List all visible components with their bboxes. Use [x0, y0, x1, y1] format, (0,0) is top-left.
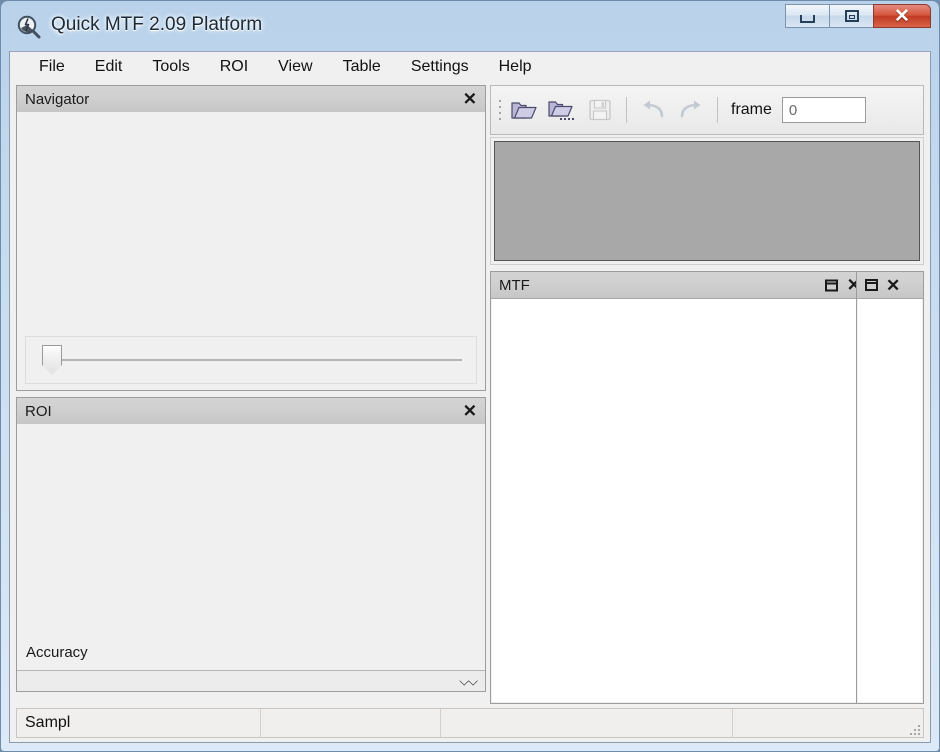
menu-item-settings[interactable]: Settings [398, 55, 482, 79]
restore-button[interactable] [829, 4, 874, 28]
roi-panel: ROI ✕ Accuracy ⌵⌵ [16, 397, 486, 692]
title-bar[interactable]: Quick MTF 2.09 Platform ✕ [1, 1, 940, 51]
mtf-chart-area[interactable] [492, 299, 866, 702]
frame-input[interactable] [781, 97, 866, 123]
navigator-panel: Navigator ✕ [16, 85, 486, 391]
restore-icon [844, 10, 859, 22]
image-preview[interactable] [490, 137, 924, 265]
main-toolbar: frame [490, 85, 924, 135]
mtf-restore-icon[interactable] [824, 279, 838, 291]
roi-content-area[interactable] [17, 424, 485, 665]
mtf-panel-header[interactable]: MTF ✕ [491, 272, 867, 299]
open-file-icon[interactable] [505, 91, 543, 129]
mtf-panel-title: MTF [499, 276, 530, 294]
roi-panel-title: ROI [25, 402, 52, 420]
accuracy-label: Accuracy [26, 644, 88, 661]
minimize-icon [800, 14, 815, 23]
redo-icon[interactable] [672, 91, 710, 129]
status-bar: Sampl [16, 708, 924, 738]
menu-item-help[interactable]: Help [486, 55, 545, 79]
menu-item-tools[interactable]: Tools [139, 55, 202, 79]
menu-item-table[interactable]: Table [330, 55, 394, 79]
frame-label: frame [731, 101, 772, 118]
roi-panel-body: Accuracy ⌵⌵ [17, 424, 485, 691]
toolbar-separator [717, 97, 718, 123]
resize-grip-icon[interactable] [906, 721, 920, 735]
secondary-close-icon[interactable]: ✕ [886, 277, 900, 294]
roi-close-icon[interactable]: ✕ [463, 403, 477, 420]
menu-item-roi[interactable]: ROI [207, 55, 261, 79]
window-client-area: File Edit Tools ROI View Table Settings … [9, 51, 931, 743]
navigator-close-icon[interactable]: ✕ [463, 91, 477, 108]
image-preview-canvas[interactable] [494, 141, 920, 261]
navigator-panel-title: Navigator [25, 90, 90, 108]
navigator-panel-header[interactable]: Navigator ✕ [17, 86, 485, 113]
secondary-restore-icon[interactable] [865, 279, 878, 291]
left-dock: Navigator ✕ ROI ✕ Accuracy ⌵⌵ [16, 85, 486, 704]
navigator-thumbnail-area[interactable] [17, 112, 485, 334]
zoom-slider-thumb[interactable] [42, 345, 62, 375]
menu-bar: File Edit Tools ROI View Table Settings … [10, 52, 930, 83]
right-area: frame MTF ✕ [490, 85, 924, 704]
close-icon: ✕ [894, 5, 910, 27]
secondary-panel-header[interactable]: ✕ [857, 272, 923, 299]
status-cell-3 [441, 709, 733, 737]
open-batch-icon[interactable] [543, 91, 581, 129]
roi-footer-bar: ⌵⌵ [17, 670, 485, 691]
drag-grip-icon[interactable] [495, 97, 505, 123]
close-button[interactable]: ✕ [873, 4, 931, 28]
status-cell-2 [261, 709, 441, 737]
save-icon[interactable] [581, 91, 619, 129]
menu-item-edit[interactable]: Edit [82, 55, 136, 79]
minimize-button[interactable] [785, 4, 830, 28]
secondary-panel: ✕ [856, 271, 924, 704]
zoom-slider-track [52, 359, 462, 361]
chevron-double-down-icon[interactable]: ⌵⌵ [459, 675, 478, 688]
magnifier-lens-icon [16, 14, 42, 40]
roi-panel-header[interactable]: ROI ✕ [17, 398, 485, 425]
status-cell-4 [733, 709, 923, 737]
menu-item-view[interactable]: View [265, 55, 325, 79]
application-window: Quick MTF 2.09 Platform ✕ File Edit Tool… [0, 0, 940, 752]
mtf-panel: MTF ✕ [490, 271, 868, 704]
toolbar-separator [626, 97, 627, 123]
status-cell-1: Sampl [17, 709, 261, 737]
zoom-slider[interactable] [25, 336, 477, 384]
secondary-panel-body[interactable] [858, 299, 922, 702]
window-controls: ✕ [785, 4, 931, 32]
menu-item-file[interactable]: File [26, 55, 78, 79]
window-title: Quick MTF 2.09 Platform [51, 14, 263, 35]
undo-icon[interactable] [634, 91, 672, 129]
navigator-panel-body [17, 112, 485, 390]
workspace: Navigator ✕ ROI ✕ Accuracy ⌵⌵ frame 0 MT… [10, 82, 930, 742]
